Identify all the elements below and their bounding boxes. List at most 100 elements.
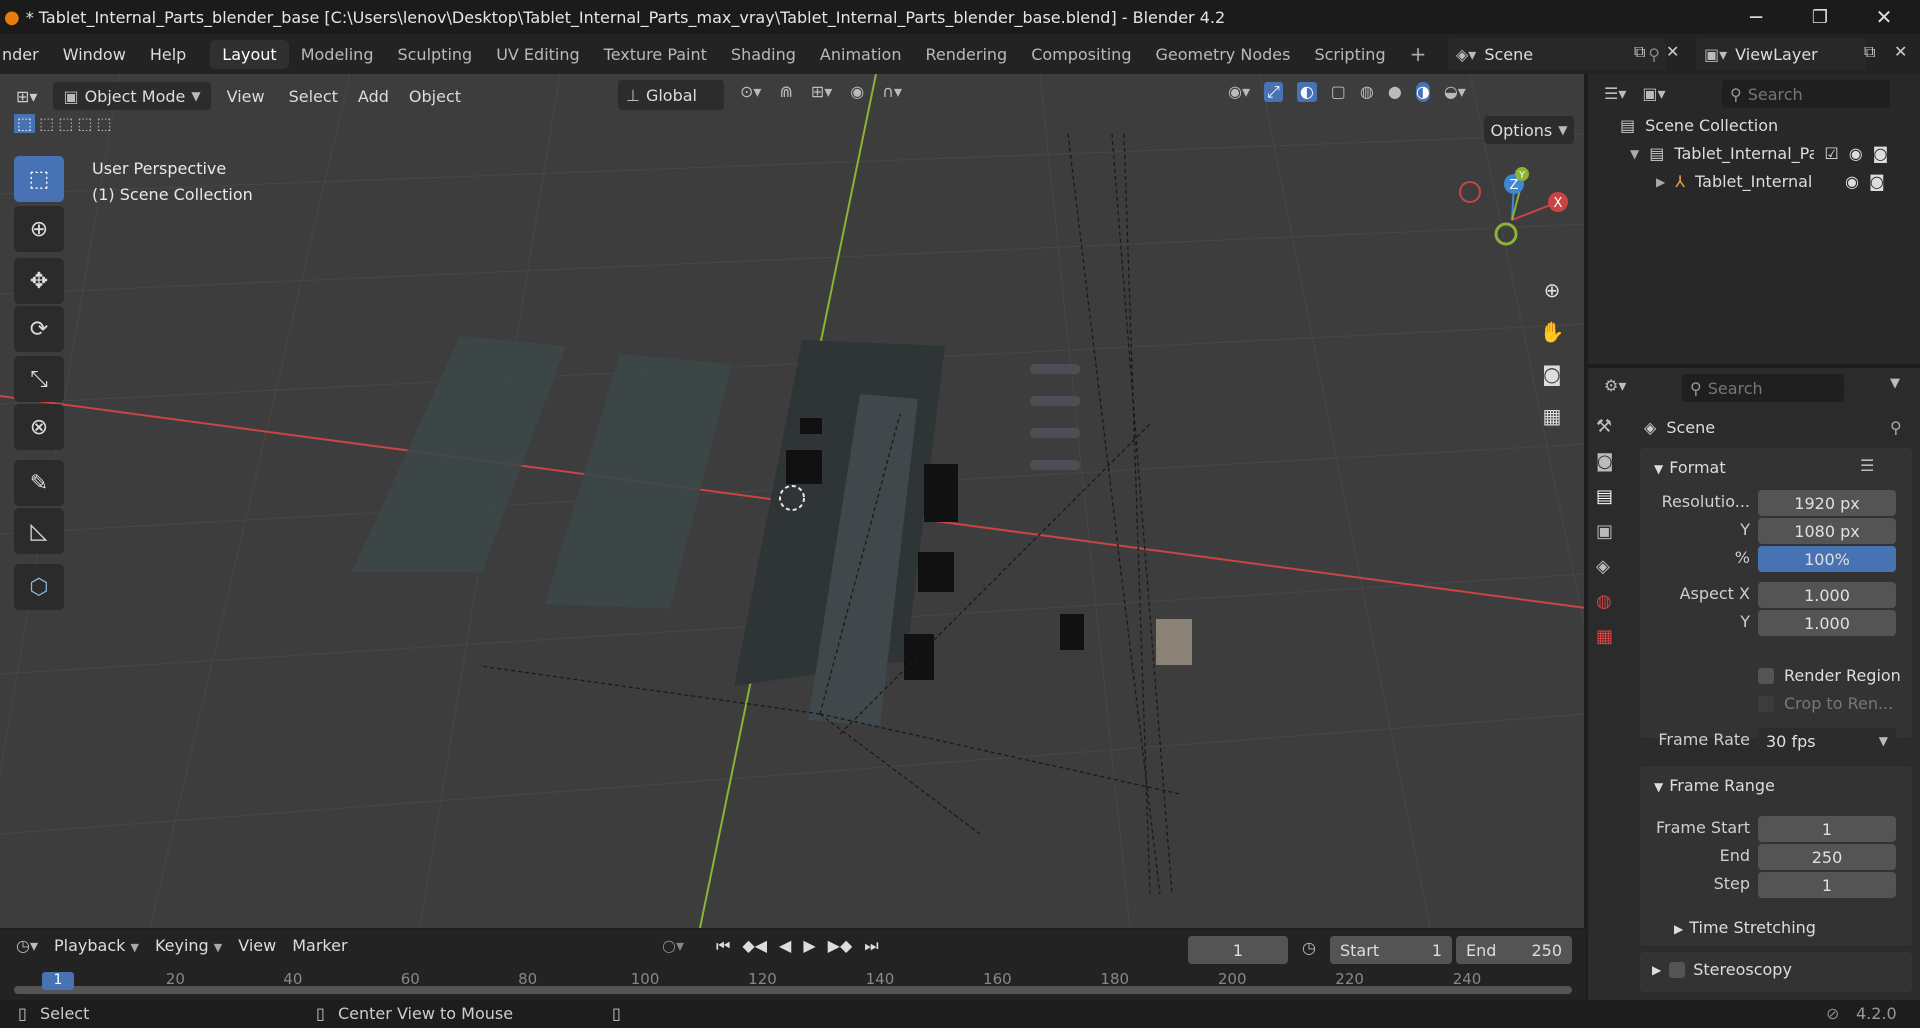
display-mode-icon[interactable]: ▣▾ xyxy=(1642,84,1665,103)
presets-icon[interactable]: ☰ xyxy=(1860,456,1874,475)
editor-type-icon[interactable]: ⊞▾ xyxy=(16,87,37,106)
auto-key-icon[interactable]: ○▾ xyxy=(662,936,684,956)
cursor-tool[interactable]: ⊕ xyxy=(14,206,64,252)
menu-help[interactable]: Help xyxy=(138,45,198,64)
tab-uv-editing[interactable]: UV Editing xyxy=(484,40,591,69)
resolution-percent-slider[interactable]: 100% xyxy=(1758,546,1896,572)
properties-search-input[interactable]: ⚲ Search xyxy=(1682,374,1844,402)
transform-tool[interactable]: ⊗ xyxy=(14,404,64,450)
add-workspace-button[interactable]: + xyxy=(1398,37,1439,71)
select-invert-icon[interactable]: ⬚ xyxy=(77,114,92,133)
rendered-shading-icon[interactable]: ◒▾ xyxy=(1444,82,1466,102)
render-region-checkbox[interactable]: Render Region xyxy=(1758,666,1901,685)
tab-geometry-nodes[interactable]: Geometry Nodes xyxy=(1143,40,1302,69)
start-frame-field[interactable]: Start 1 xyxy=(1330,936,1452,964)
timeline-editor-icon[interactable]: ◷▾ xyxy=(16,936,38,955)
end-frame-field[interactable]: End 250 xyxy=(1456,936,1572,964)
pivot-icon[interactable]: ⊙▾ xyxy=(740,82,761,101)
solid-shading-icon[interactable]: ● xyxy=(1388,82,1402,102)
tab-texture-paint[interactable]: Texture Paint xyxy=(592,40,719,69)
select-subtract-icon[interactable]: ⬚ xyxy=(58,114,73,133)
rotate-tool[interactable]: ⟳ xyxy=(14,306,64,352)
select-intersect-icon[interactable]: ⬚ xyxy=(97,114,112,133)
maximize-button[interactable]: ❐ xyxy=(1788,0,1852,34)
outliner-row-collection[interactable]: ▼ ▤ Tablet_Internal_Pai ☑ ◉ ◙ xyxy=(1630,144,1916,163)
gizmo-neg-x-icon[interactable] xyxy=(1459,181,1481,203)
timeline-menu-keying[interactable]: Keying ▼ xyxy=(155,936,222,955)
delete-view-layer-icon[interactable]: ✕ xyxy=(1894,42,1907,61)
add-cube-tool[interactable]: ⬡ xyxy=(14,564,64,610)
frame-step-field[interactable]: 1 xyxy=(1758,872,1896,898)
new-view-layer-icon[interactable]: ⧉ xyxy=(1864,42,1875,62)
output-tab-icon[interactable]: ▤ xyxy=(1596,486,1613,507)
tab-rendering[interactable]: Rendering xyxy=(913,40,1019,69)
crop-checkbox[interactable]: Crop to Ren... xyxy=(1758,694,1893,713)
resolution-y-field[interactable]: 1080 px xyxy=(1758,518,1896,544)
overlay-toggle-icon[interactable]: ◐ xyxy=(1296,82,1317,102)
timeline-menu-marker[interactable]: Marker xyxy=(292,936,347,955)
stereoscopy-panel-header[interactable]: ▶ Stereoscopy xyxy=(1652,960,1792,979)
jump-end-icon[interactable]: ⏭ xyxy=(864,936,878,956)
menu-render[interactable]: nder xyxy=(0,45,51,64)
xray-icon[interactable]: ▢ xyxy=(1331,82,1346,102)
falloff-icon[interactable]: ∩▾ xyxy=(882,82,902,101)
material-shading-icon[interactable]: ◑ xyxy=(1415,82,1430,102)
tab-animation[interactable]: Animation xyxy=(808,40,914,69)
annotate-tool[interactable]: ✎ xyxy=(14,460,64,506)
jump-start-icon[interactable]: ⏮ xyxy=(716,936,730,956)
view-layer-selector[interactable]: ▣▾ ViewLayer xyxy=(1696,38,1866,70)
scale-tool[interactable]: ⤡ xyxy=(14,356,64,402)
move-tool[interactable]: ✥ xyxy=(14,258,64,304)
transform-orientation-selector[interactable]: ⊥ Global xyxy=(618,80,724,110)
view-layer-tab-icon[interactable]: ▣ xyxy=(1596,521,1613,542)
format-panel-header[interactable]: ▼ Format xyxy=(1654,458,1726,477)
viewport-menu-object[interactable]: Object xyxy=(401,87,469,106)
zoom-button[interactable]: ⊕ xyxy=(1532,270,1572,310)
viewport-menu-select[interactable]: Select xyxy=(281,87,346,106)
aspect-x-field[interactable]: 1.000 xyxy=(1758,582,1896,608)
chevron-right-icon[interactable]: ▶ xyxy=(1656,175,1665,189)
tool-tab-icon[interactable]: ⚒ xyxy=(1596,416,1613,437)
current-frame-field[interactable]: 1 xyxy=(1188,936,1288,964)
proportional-edit-icon[interactable]: ◉ xyxy=(850,82,864,101)
next-keyframe-icon[interactable]: ▶◆ xyxy=(828,936,853,956)
measure-tool[interactable]: ◺ xyxy=(14,508,64,554)
tab-sculpting[interactable]: Sculpting xyxy=(385,40,484,69)
properties-editor-icon[interactable]: ⚙▾ xyxy=(1604,376,1626,395)
render-tab-icon[interactable]: ◙ xyxy=(1596,451,1613,472)
options-button[interactable]: Options ▼ xyxy=(1484,116,1574,144)
close-button[interactable]: ✕ xyxy=(1852,0,1916,34)
tab-scripting[interactable]: Scripting xyxy=(1302,40,1397,69)
timeline-scrollbar[interactable] xyxy=(14,986,1572,994)
delete-scene-icon[interactable]: ✕ xyxy=(1666,42,1679,61)
outliner-row-object[interactable]: ▶ ⅄ Tablet_Internal ◉ ◙ xyxy=(1656,172,1916,191)
time-stretching-panel-header[interactable]: ▶ Time Stretching xyxy=(1674,918,1816,937)
tab-shading[interactable]: Shading xyxy=(719,40,808,69)
prev-keyframe-icon[interactable]: ◆◀ xyxy=(742,936,767,956)
frame-range-panel-header[interactable]: ▼ Frame Range xyxy=(1654,776,1775,795)
timeline-menu-view[interactable]: View xyxy=(238,936,276,955)
resolution-x-field[interactable]: 1920 px xyxy=(1758,490,1896,516)
texture-tab-icon[interactable]: ▦ xyxy=(1596,626,1613,647)
checkbox-icon[interactable] xyxy=(1669,961,1686,978)
scene-tab-icon[interactable]: ◈ xyxy=(1596,556,1613,577)
camera-icon[interactable]: ◙ xyxy=(1869,172,1885,191)
eye-icon[interactable]: ◉ xyxy=(1849,144,1863,163)
viewport-menu-view[interactable]: View xyxy=(215,87,277,106)
viewport-menu-add[interactable]: Add xyxy=(350,87,397,106)
frame-rate-dropdown[interactable]: 30 fps ▼ xyxy=(1758,728,1896,754)
frame-end-field[interactable]: 250 xyxy=(1758,844,1896,870)
play-reverse-icon[interactable]: ◀ xyxy=(779,936,791,956)
select-box-tool[interactable]: ⬚ xyxy=(14,156,64,202)
frame-start-field[interactable]: 1 xyxy=(1758,816,1896,842)
checkbox-icon[interactable]: ☑ xyxy=(1824,144,1838,163)
menu-window[interactable]: Window xyxy=(51,45,138,64)
mode-selector[interactable]: ▣ Object Mode ▼ xyxy=(53,82,211,110)
new-scene-icon[interactable]: ⧉ xyxy=(1634,42,1645,62)
snap-icon[interactable]: ⋒ xyxy=(779,82,792,101)
camera-icon[interactable]: ◙ xyxy=(1873,144,1889,163)
outliner-row-scene-collection[interactable]: ▤ Scene Collection xyxy=(1620,116,1778,135)
aspect-y-field[interactable]: 1.000 xyxy=(1758,610,1896,636)
tab-modeling[interactable]: Modeling xyxy=(289,40,386,69)
camera-view-button[interactable]: ◙ xyxy=(1532,354,1572,394)
